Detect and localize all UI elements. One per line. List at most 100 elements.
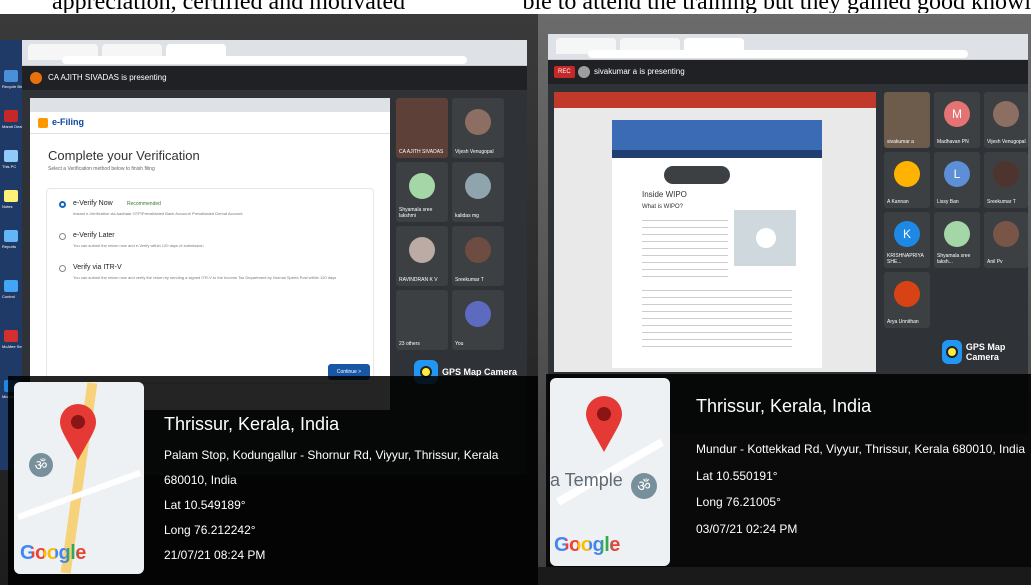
participant-name: Anil Pv [987, 259, 1003, 265]
participant-avatar: M [944, 101, 970, 128]
map-place-label: a Temple [550, 470, 623, 490]
participant-avatar [409, 173, 435, 199]
participant-avatar [993, 221, 1019, 248]
browser-bar [22, 40, 527, 66]
gps-latitude: Lat 10.549189° [164, 498, 246, 512]
option-desc: You can submit the return now and verify… [73, 275, 337, 280]
desktop-label: Control [2, 294, 15, 299]
participant-tile: CA AJITH SIVADAS [396, 98, 448, 158]
wipo-page: Inside WIPO What is WIPO? [612, 120, 822, 368]
option-label: e-Verify Later [73, 232, 115, 239]
participant-tile: 23 others [396, 290, 448, 350]
google-logo: Google [554, 534, 620, 556]
participant-avatar [465, 301, 491, 327]
gps-latitude: Lat 10.550191° [696, 469, 778, 483]
desktop-label: Recycle Bin [2, 84, 24, 89]
wipo-video-thumbnail[interactable] [734, 210, 796, 266]
radio-e-verify-later[interactable] [59, 233, 66, 240]
gps-map-camera-badge: GPS Map Camera [942, 340, 1028, 364]
participant-tile: L Lissy Ban [934, 152, 980, 208]
svg-text:ॐ: ॐ [35, 458, 48, 474]
participant-tile: sivakumar a [884, 92, 930, 148]
desktop-label: Notes [2, 204, 13, 209]
gps-app-name: GPS Map Camera [965, 342, 1006, 362]
temple-om-icon: ॐ [631, 473, 657, 499]
play-icon[interactable] [756, 228, 776, 248]
photo-left-laptop: Recycle Bin Maruti Dealer This PC Notes … [0, 14, 538, 585]
option-desc: Instant e-Verification via Aadhaar OTP/P… [73, 211, 243, 216]
participant-name: KRISHNAPRIYA SHE... [887, 253, 924, 265]
photo-collage: appreciation, certified and motivated bl… [0, 0, 1031, 585]
participant-name: A Kannan [887, 199, 909, 205]
participant-name: Madhavan PN [937, 139, 969, 145]
participant-tile: Sreekumar T [984, 152, 1028, 208]
participant-avatar [465, 173, 491, 199]
wipo-body-text [642, 290, 792, 350]
participant-tile: M Madhavan PN [934, 92, 980, 148]
meeting-controls[interactable] [664, 166, 730, 184]
mcafee-icon [4, 330, 18, 342]
shared-screen: e-Filing Complete your Verification Sele… [30, 98, 390, 410]
participant-tile: K KRISHNAPRIYA SHE... [884, 212, 930, 268]
presenting-bar: CA AJITH SIVADAS is presenting [22, 66, 527, 90]
participant-name: RAVINDRAN K V [399, 277, 438, 283]
participant-name: Vijesh Venugopal [987, 139, 1026, 145]
svg-text:ॐ: ॐ [637, 477, 651, 495]
gps-address-line2: 680010, India [164, 473, 237, 487]
participant-tile: A Kannan [884, 152, 930, 208]
gps-camera-icon [942, 340, 962, 364]
caption-right-fragment: ble to attend the training but they gain… [522, 0, 1031, 13]
radio-e-verify-now[interactable] [59, 201, 66, 208]
participant-avatar [465, 109, 491, 135]
participant-name: CA AJITH SIVADAS [399, 149, 444, 155]
gps-overlay: ॐ Google Thrissur, Kerala, India Palam S… [8, 376, 538, 585]
participant-name: kalidas mg [455, 213, 479, 219]
participant-avatar [465, 237, 491, 263]
google-logo: Google [20, 542, 86, 564]
gps-city: Thrissur, Kerala, India [696, 396, 872, 416]
participant-name: 23 others [399, 341, 420, 347]
wipo-body-text [642, 220, 728, 280]
page-heading: Complete your Verification [48, 148, 200, 163]
desktop-label: This PC [2, 164, 17, 169]
gps-longitude: Long 76.21005° [696, 495, 781, 509]
wipo-header [612, 120, 822, 150]
participant-tile: You [452, 290, 504, 350]
gps-datetime: 21/07/21 08:24 PM [164, 548, 266, 562]
participant-tile: Arya Unnithan [884, 272, 930, 328]
participant-name: Arya Unnithan [887, 319, 919, 325]
shared-browser-bar [30, 98, 390, 112]
browser-bar [548, 34, 1028, 60]
wipo-heading: Inside WIPO [642, 190, 687, 199]
address-bar[interactable] [62, 56, 467, 64]
participant-avatar: L [944, 161, 970, 188]
gps-address: Mundur - Kottekkad Rd, Viyyur, Thrissur,… [696, 442, 1026, 456]
participant-name: You [455, 341, 464, 347]
page-subheading: Select a Verification method below to fi… [48, 166, 155, 172]
shared-screen: Inside WIPO What is WIPO? [554, 92, 876, 372]
keyboard-edge [538, 567, 1031, 585]
wipo-subheading: What is WIPO? [642, 204, 684, 210]
participant-name: Shyamala sree lakshmi [399, 207, 433, 219]
participant-avatar [993, 101, 1019, 128]
participant-name: Vijesh Venugopal [455, 149, 494, 155]
desktop-label: Reports [2, 244, 17, 249]
mini-map: a Temple ॐ Google [550, 378, 670, 566]
presenter-avatar-icon [578, 66, 590, 78]
emblem-icon [38, 118, 48, 128]
presenter-avatar-icon [30, 72, 42, 84]
option-label: e-Verify Now [73, 200, 113, 207]
this-pc-icon [4, 150, 18, 162]
address-bar[interactable] [588, 50, 968, 58]
caption-left-fragment: appreciation, certified and motivated [52, 0, 406, 13]
radio-itr-v[interactable] [59, 265, 66, 272]
photo-right-laptop: REC sivakumar a is presenting Inside WIP… [538, 14, 1031, 585]
presenting-bar: REC sivakumar a is presenting [548, 60, 1028, 84]
participant-tile: Sreekumar T [452, 226, 504, 286]
gps-city: Thrissur, Kerala, India [164, 414, 340, 434]
option-label: Verify via ITR-V [73, 264, 122, 271]
efiling-header: e-Filing [30, 112, 390, 134]
mini-map: ॐ Google [14, 382, 144, 574]
participant-tile: kalidas mg [452, 162, 504, 222]
efiling-logo: e-Filing [52, 117, 84, 127]
